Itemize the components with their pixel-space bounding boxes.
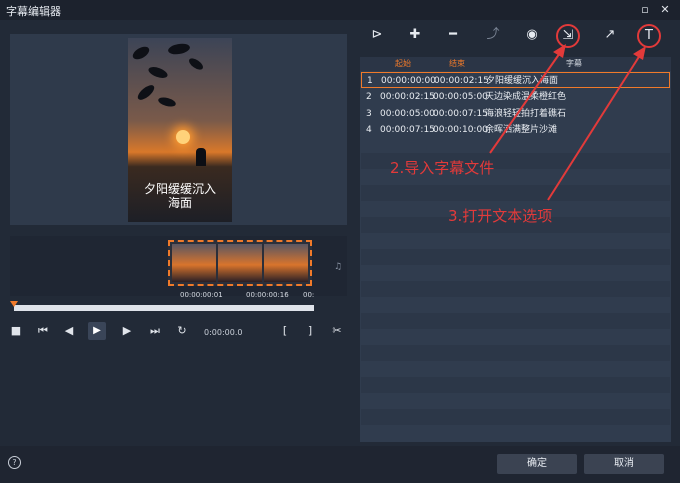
footer-bar — [0, 446, 680, 483]
arrow-line-text-options — [547, 51, 643, 201]
arrow-head-text-options — [633, 46, 646, 60]
ok-button[interactable]: 确定 — [497, 454, 577, 474]
arrow-head-import — [553, 44, 566, 58]
arrow-line-import — [489, 49, 563, 154]
annotation-arrows — [489, 44, 646, 201]
help-icon[interactable]: ? — [8, 456, 21, 469]
annotation-import: 2.导入字幕文件 — [390, 159, 495, 177]
annotation-text-options: 3.打开文本选项 — [448, 207, 553, 225]
cancel-button[interactable]: 取消 — [584, 454, 664, 474]
